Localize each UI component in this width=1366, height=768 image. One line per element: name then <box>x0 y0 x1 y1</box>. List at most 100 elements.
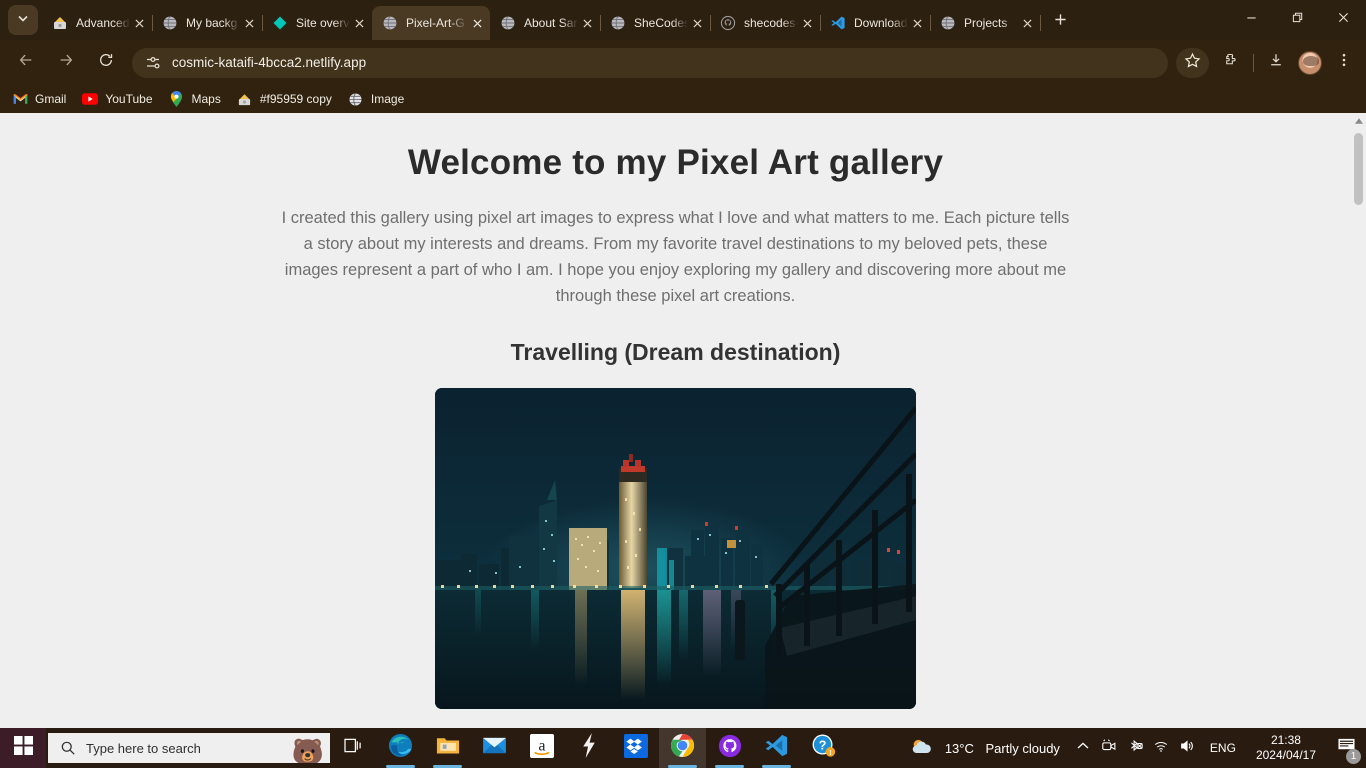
forward-button[interactable] <box>51 48 81 78</box>
tab-title: Pixel-Art-G <box>406 16 465 30</box>
microsoft-edge-icon <box>388 733 413 763</box>
globe-icon <box>162 15 178 31</box>
taskbar-app-github-desktop[interactable] <box>706 728 753 768</box>
profile-avatar[interactable] <box>1298 50 1322 75</box>
back-button[interactable] <box>11 48 41 78</box>
downloads-button[interactable] <box>1260 48 1292 78</box>
page-content: Welcome to my Pixel Art gallery I create… <box>0 113 1351 728</box>
scroll-up-arrow-icon[interactable] <box>1351 113 1366 129</box>
taskbar-app-help-support[interactable]: ? ! <box>800 728 847 768</box>
tab-title: Projects <box>964 16 1008 30</box>
bookmark-maps[interactable]: Maps <box>163 88 229 110</box>
city-skyline-night-photo <box>435 388 916 709</box>
tab-close-button[interactable] <box>468 14 486 32</box>
tab-title: SheCodes <box>634 16 688 30</box>
address-bar[interactable]: cosmic-kataifi-4bcca2.netlify.app <box>132 47 1168 78</box>
gallery-intro-paragraph: I created this gallery using pixel art i… <box>281 209 1070 305</box>
browser-window: Advanced My backg Site overv Pixel-Art-G… <box>0 0 1366 728</box>
meet-now-button[interactable] <box>1096 728 1122 768</box>
taskbar-app-amazon[interactable]: a <box>518 728 565 768</box>
tab-close-button[interactable] <box>350 14 368 32</box>
tab-close-button[interactable] <box>908 14 926 32</box>
maximize-button[interactable] <box>1274 0 1320 38</box>
browser-tab-pixel-art-gallery[interactable]: Pixel-Art-G <box>372 6 490 40</box>
reload-button[interactable] <box>91 48 121 78</box>
notification-center-button[interactable]: 1 <box>1326 728 1366 768</box>
taskbar-search-input[interactable]: Type here to search 🐻 <box>48 733 330 763</box>
language-indicator[interactable]: ENG <box>1200 741 1246 755</box>
task-view-icon <box>344 737 363 759</box>
bookmark-image[interactable]: Image <box>342 88 412 110</box>
close-button[interactable] <box>1320 0 1366 38</box>
partly-cloudy-icon <box>909 736 937 761</box>
tab-close-button[interactable] <box>798 14 816 32</box>
toolbar-actions <box>1176 47 1360 78</box>
taskbar-app-microsoft-edge[interactable] <box>377 728 424 768</box>
bluetooth-button[interactable] <box>1122 728 1148 768</box>
extensions-button[interactable] <box>1215 48 1247 78</box>
browser-tab-my-background[interactable]: My backg <box>152 6 263 40</box>
youtube-icon <box>82 91 99 107</box>
chrome-menu-button[interactable] <box>1328 48 1360 78</box>
browser-tab-shecodes-github[interactable]: shecodes- <box>710 6 821 40</box>
clock-date: 2024/04/17 <box>1255 748 1316 762</box>
bookmarks-bar: Gmail YouTube Maps #f95959 copy Image <box>0 85 1366 113</box>
tab-close-button[interactable] <box>130 14 148 32</box>
task-view-button[interactable] <box>330 728 377 768</box>
window-controls <box>1228 0 1366 38</box>
show-hidden-icons-button[interactable] <box>1070 728 1096 768</box>
browser-tab-site-overview[interactable]: Site overv <box>262 6 373 40</box>
toolbar-divider <box>1253 53 1254 72</box>
tab-title: Site overv <box>296 16 350 30</box>
start-button[interactable] <box>0 728 46 768</box>
tab-close-button[interactable] <box>240 14 258 32</box>
tab-title: About Sar <box>524 16 578 30</box>
browser-tab-about-sarah[interactable]: About Sar <box>490 6 601 40</box>
browser-tab-advanced[interactable]: Advanced <box>42 6 153 40</box>
close-icon <box>1338 10 1349 28</box>
taskbar-app-dropbox[interactable] <box>612 728 659 768</box>
tab-list: Advanced My backg Site overv Pixel-Art-G… <box>42 0 1041 40</box>
tab-title: My backg <box>186 16 238 30</box>
visual-studio-code-icon <box>764 733 789 763</box>
weather-condition: Partly cloudy <box>985 740 1060 756</box>
bookmark-button[interactable] <box>1176 47 1209 78</box>
gmail-icon <box>12 91 28 107</box>
tab-close-button[interactable] <box>688 14 706 32</box>
meet-now-icon <box>1101 738 1117 759</box>
browser-tab-shecodes[interactable]: SheCodes <box>600 6 711 40</box>
globe-icon <box>500 15 516 31</box>
wifi-button[interactable] <box>1148 728 1174 768</box>
page-title: Welcome to my Pixel Art gallery <box>407 143 944 182</box>
google-chrome-icon <box>670 733 695 763</box>
taskbar-app-google-chrome[interactable] <box>659 728 706 768</box>
browser-tab-projects[interactable]: Projects <box>930 6 1041 40</box>
site-settings-icon[interactable] <box>144 54 162 72</box>
section-title-travelling: Travelling (Dream destination) <box>510 339 841 365</box>
minimize-button[interactable] <box>1228 0 1274 38</box>
tab-close-button[interactable] <box>1018 14 1036 32</box>
gallery-image-travelling[interactable] <box>435 388 916 709</box>
bluetooth-icon <box>1127 738 1143 759</box>
taskbar-app-mail[interactable] <box>471 728 518 768</box>
windows-taskbar: Type here to search 🐻 a ? ! 13°C Partly … <box>0 728 1366 768</box>
taskbar-app-file-explorer[interactable] <box>424 728 471 768</box>
taskbar-app-visual-studio-code[interactable] <box>753 728 800 768</box>
new-tab-button[interactable] <box>1046 8 1074 36</box>
volume-button[interactable] <box>1174 728 1200 768</box>
tab-search-button[interactable] <box>8 5 38 35</box>
clock-time: 21:38 <box>1270 733 1301 747</box>
bookmark-gmail[interactable]: Gmail <box>6 88 74 110</box>
taskbar-clock[interactable]: 21:38 2024/04/17 <box>1246 733 1326 763</box>
browser-tab-downloads-vscode[interactable]: Download <box>820 6 931 40</box>
taskbar-weather-widget[interactable]: 13°C Partly cloudy <box>899 736 1070 761</box>
github-icon <box>720 15 736 31</box>
bookmark-f95959-copy[interactable]: #f95959 copy <box>231 88 340 110</box>
tab-close-button[interactable] <box>578 14 596 32</box>
tab-strip: Advanced My backg Site overv Pixel-Art-G… <box>0 0 1366 40</box>
taskbar-app-lightning[interactable] <box>565 728 612 768</box>
scrollbar-thumb[interactable] <box>1354 133 1363 205</box>
system-tray: 13°C Partly cloudy ENG 21:38 2024/04/17 … <box>899 728 1366 768</box>
page-scrollbar[interactable] <box>1351 113 1366 728</box>
bookmark-youtube[interactable]: YouTube <box>76 88 160 110</box>
